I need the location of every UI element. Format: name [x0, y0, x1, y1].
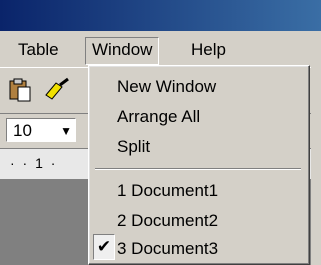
paste-icon[interactable]: [6, 77, 34, 103]
font-size-select[interactable]: 10 ▼: [6, 118, 76, 142]
window-edge: [311, 65, 321, 265]
menu-help-label: Help: [191, 40, 226, 59]
menu-table[interactable]: Table: [12, 37, 65, 63]
menu-window-label: Window: [92, 40, 153, 59]
menu-item-arrange-all[interactable]: Arrange All: [117, 104, 200, 130]
menu-item-document3[interactable]: 3 Document3: [117, 236, 218, 262]
menu-item-label: 1 Document1: [117, 181, 219, 200]
menu-bar: Table Window Help: [0, 33, 321, 68]
menu-window[interactable]: Window: [85, 37, 160, 65]
menu-item-new-window[interactable]: New Window: [117, 74, 216, 100]
window-menu-dropdown: New Window Arrange All Split 1 Document1…: [88, 65, 310, 265]
menu-item-label: Arrange All: [117, 107, 201, 126]
chevron-down-icon: ▼: [60, 124, 72, 138]
menu-item-document1[interactable]: 1 Document1: [117, 178, 218, 204]
font-size-value: 10: [13, 121, 32, 140]
checkmark-icon: ✔: [93, 234, 115, 260]
format-painter-icon[interactable]: [42, 77, 70, 103]
menu-item-split[interactable]: Split: [117, 134, 150, 160]
menu-table-label: Table: [18, 40, 59, 59]
menu-help[interactable]: Help: [185, 37, 232, 63]
menu-item-document2[interactable]: 2 Document2: [117, 208, 218, 234]
title-bar: [0, 0, 321, 31]
ruler-marks: · · 1 ·: [10, 155, 58, 171]
menu-separator: [95, 168, 301, 170]
menu-item-label: New Window: [117, 77, 217, 96]
menu-item-label: 2 Document2: [117, 211, 219, 230]
menu-item-label: 3 Document3: [117, 239, 219, 258]
menu-item-label: Split: [117, 137, 151, 156]
